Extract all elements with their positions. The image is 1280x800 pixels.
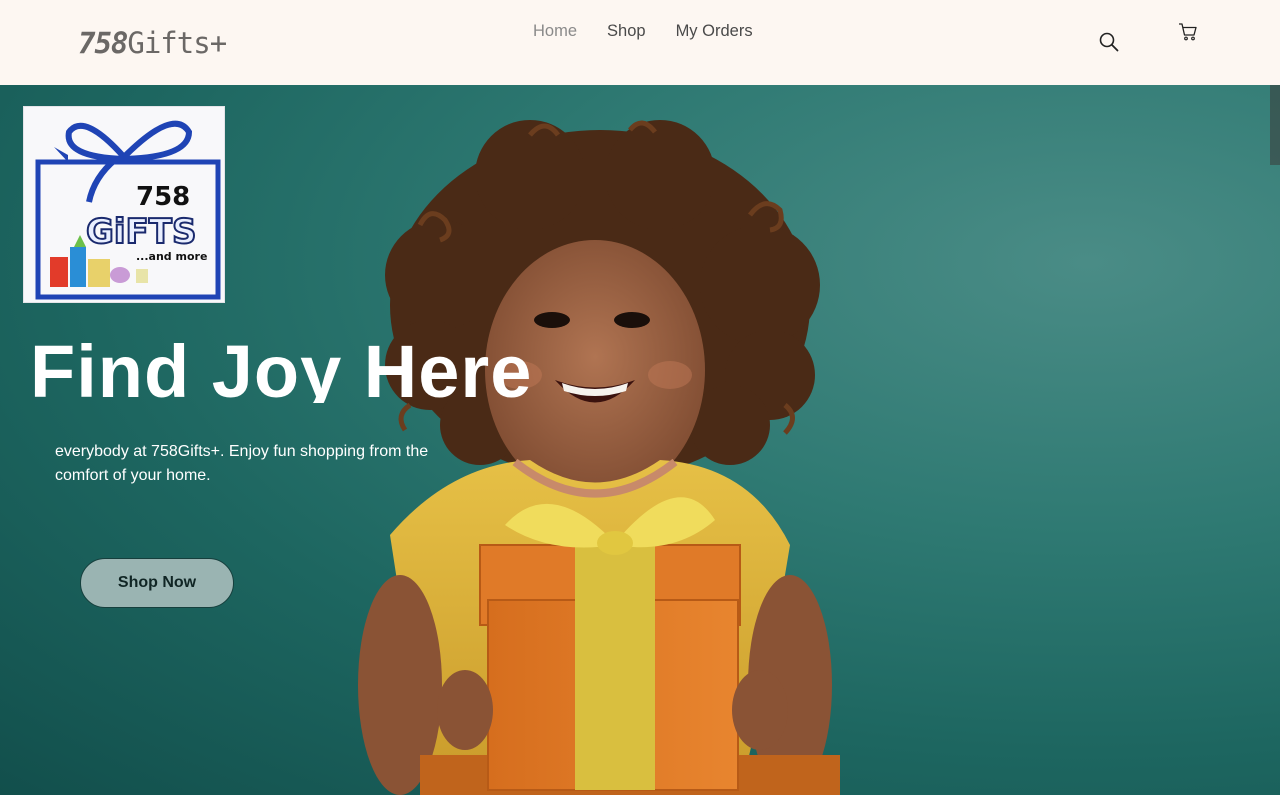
gift-box-logo-icon: 758 GiFTS ...and more [35, 120, 221, 300]
logo-gifts-text: GiFTS [86, 212, 196, 252]
nav-my-orders[interactable]: My Orders [676, 22, 753, 41]
hero-headline: Find Joy Here [30, 307, 550, 403]
logo-and-more-text: ...and more [136, 250, 207, 263]
search-icon[interactable] [1098, 31, 1120, 53]
shop-now-button[interactable]: Shop Now [80, 558, 234, 608]
logo-758-text: 758 [136, 182, 190, 212]
cart-icon[interactable] [1177, 21, 1199, 43]
edge-shadow [1270, 85, 1280, 165]
nav-home[interactable]: Home [533, 22, 577, 41]
brand-name: Gifts+ [127, 26, 227, 60]
brand-number: 758 [78, 26, 128, 60]
brand-logo-image: 758 GiFTS ...and more [23, 106, 225, 303]
hero-headline-text: Find Joy Here [30, 330, 533, 403]
page-bottom-strip [0, 795, 1280, 800]
hero-subtext: everybody at 758Gifts+. Enjoy fun shoppi… [55, 443, 429, 484]
nav-shop[interactable]: Shop [607, 22, 646, 41]
main-nav: Home Shop My Orders [533, 22, 753, 41]
hero-banner: 758 GiFTS ...and more Find Joy Here ever… [0, 85, 1280, 795]
brand-logo-text[interactable]: 758Gifts+ [78, 26, 227, 60]
site-header: 758Gifts+ Home Shop My Orders [0, 0, 1280, 85]
